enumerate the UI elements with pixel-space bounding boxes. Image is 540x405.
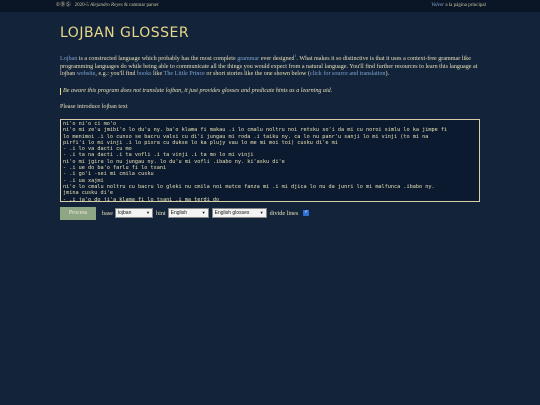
chevron-down-icon: ▼ <box>146 210 150 215</box>
page-title: LOJBAN GLOSSER <box>60 25 190 41</box>
lojban-link[interactable]: Lojban <box>60 56 77 62</box>
divide-lines-checkbox[interactable]: ✓ <box>303 210 310 216</box>
author-name: Alejandro Reyes <box>89 3 123 8</box>
source-translation-link[interactable]: click for source and translation <box>310 71 385 77</box>
glosses-select-value: English glosses <box>214 210 250 216</box>
creative-commons-icon: ©ⒷⓈ <box>56 3 72 8</box>
controls-row: Process base lojban ▼ hint English ▼ Engli… <box>60 206 482 220</box>
little-prince-link[interactable]: The Little Prince <box>164 71 205 77</box>
intro-paragraph: Lojban is a constructed language which p… <box>60 52 482 79</box>
hint-select-value: English <box>170 210 188 216</box>
top-bar: ©ⒷⓈ 2020-5 Alejandro Reyes & cammar pars… <box>0 0 540 12</box>
intro-text-2: ever designed <box>259 56 295 63</box>
back-link[interactable]: Volver a la página principal <box>431 0 486 12</box>
intro-text-4: , e.g.: you'll find <box>95 71 137 78</box>
hint-select[interactable]: English ▼ <box>167 208 209 218</box>
main-content: LOJBAN GLOSSER Lojban is a constructed l… <box>60 12 482 220</box>
intro-text-7: ). <box>385 71 390 78</box>
books-link[interactable]: books <box>137 71 152 77</box>
intro-text-6: or short stories like the one shown belo… <box>204 71 310 78</box>
intro-text-1: is a constructed language which probably… <box>77 56 238 63</box>
divide-lines-label: divide lines <box>269 209 299 217</box>
base-select[interactable]: lojban ▼ <box>115 208 153 218</box>
warning-note: Be aware this program does not translate… <box>60 87 482 96</box>
chevron-down-icon: ▼ <box>259 210 264 215</box>
lojban-text-input[interactable]: ni'o ni'o ci mo'o ni'o mi ze'u jmibi'o l… <box>60 119 480 202</box>
base-select-value: lojban <box>118 210 132 216</box>
license-notice: ©ⒷⓈ 2020-5 Alejandro Reyes & cammar pars… <box>56 0 159 12</box>
process-button[interactable]: Process <box>60 206 96 220</box>
input-prompt: Please introduce lojban text <box>60 104 128 111</box>
parser-credit: & cammar parser <box>123 3 159 8</box>
glosses-select[interactable]: English glosses ▼ <box>211 208 267 218</box>
back-link-text[interactable]: Volver <box>431 3 444 8</box>
grammar-link[interactable]: grammar <box>237 56 259 62</box>
base-label: base <box>102 209 113 217</box>
chevron-down-icon: ▼ <box>201 210 206 215</box>
back-link-suffix: a la página principal <box>445 3 486 8</box>
intro-text-5: like <box>151 71 164 78</box>
hint-label: hint <box>156 209 166 217</box>
copyright-year: 2020-5 <box>74 3 89 8</box>
website-link[interactable]: website <box>77 71 96 77</box>
